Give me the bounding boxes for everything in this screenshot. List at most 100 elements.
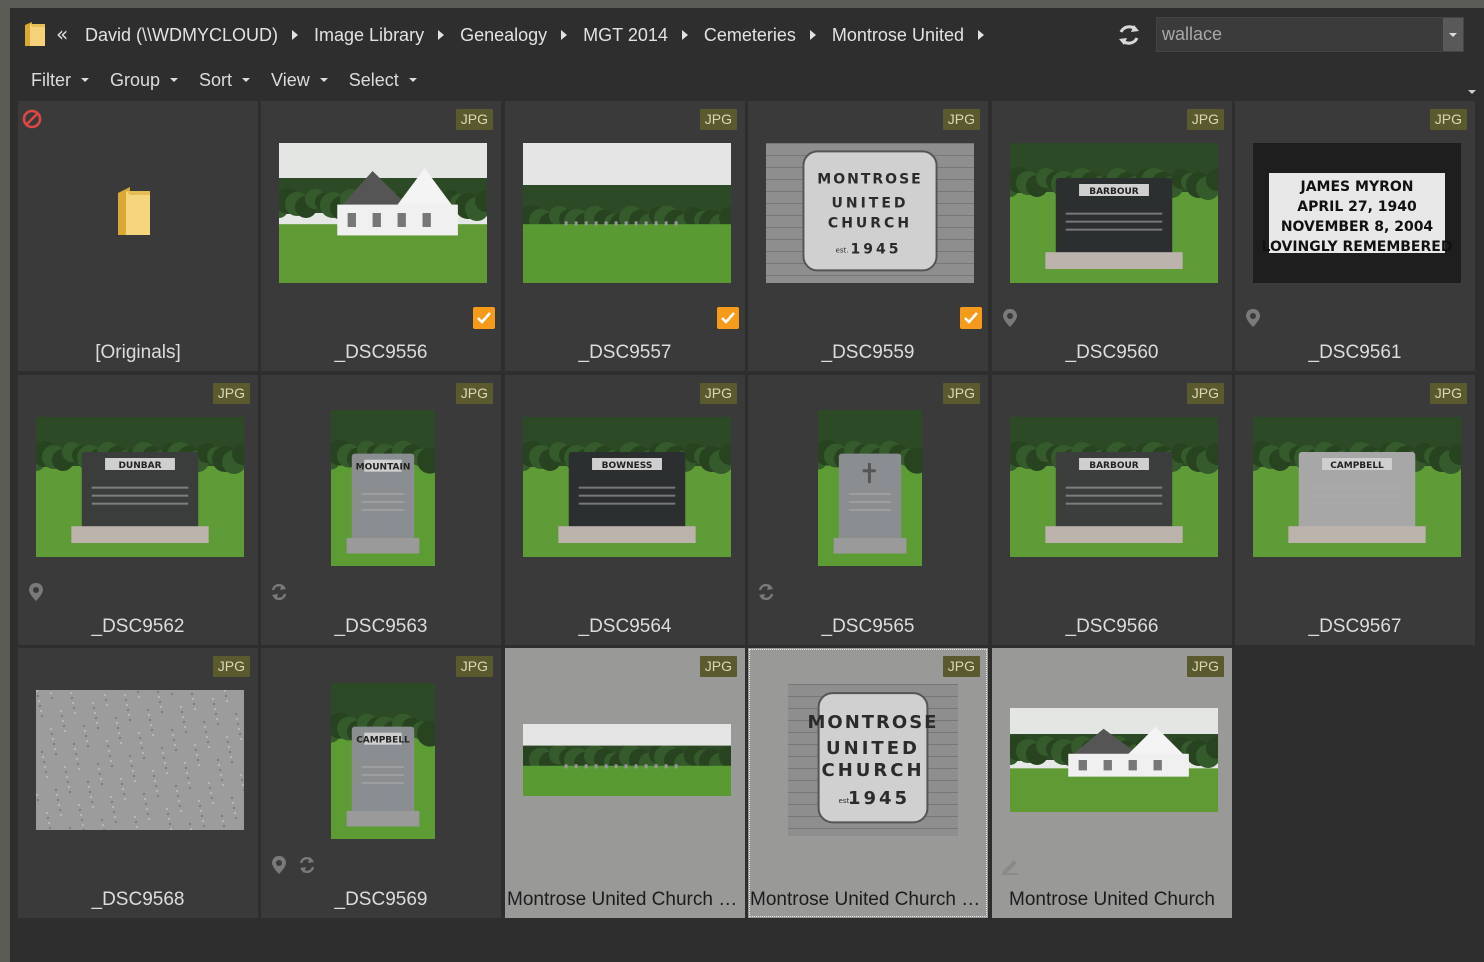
file-type-badge: JPG bbox=[455, 109, 493, 130]
breadcrumb-arrow-icon[interactable] bbox=[561, 30, 568, 40]
tile-caption: _DSC9557 bbox=[578, 342, 672, 363]
breadcrumb-item[interactable]: MGT 2014 bbox=[583, 25, 668, 46]
svg-text:1945: 1945 bbox=[851, 242, 902, 258]
image-tile[interactable]: JPG MOUNTAIN _DSC9563 bbox=[261, 375, 501, 645]
chevron-down-icon bbox=[408, 78, 417, 82]
svg-text:CHURCH: CHURCH bbox=[828, 216, 912, 232]
thumbnail-image bbox=[818, 410, 922, 566]
tile-caption: _DSC9568 bbox=[91, 889, 185, 910]
view-label: View bbox=[271, 69, 310, 90]
svg-text:NOVEMBER 8, 2004: NOVEMBER 8, 2004 bbox=[1281, 219, 1434, 235]
svg-text:1945: 1945 bbox=[848, 788, 910, 809]
svg-text:CAMPBELL: CAMPBELL bbox=[356, 736, 410, 746]
image-tile[interactable]: JPG MONTROSE UNITED CHURCH 1945 est. Montrose … bbox=[748, 648, 988, 918]
group-menu[interactable]: Group bbox=[110, 69, 179, 91]
breadcrumb-arrow-icon[interactable] bbox=[438, 30, 445, 40]
image-tile[interactable]: JPG _DSC9556 bbox=[261, 101, 501, 371]
sort-label: Sort bbox=[199, 69, 233, 90]
tile-caption: _DSC9569 bbox=[334, 889, 428, 910]
svg-text:MONTROSE: MONTROSE bbox=[808, 712, 939, 733]
image-tile[interactable]: JPG JAMES MYRON APRIL 27, 1940 NOVEMBER 8, … bbox=[1235, 101, 1475, 371]
toolbar-overflow-icon[interactable] bbox=[1468, 90, 1476, 94]
thumbnail-image: BOWNESS bbox=[523, 417, 731, 557]
thumbnail-image: BARBOUR bbox=[1010, 417, 1218, 557]
no-entry-icon bbox=[22, 109, 42, 129]
image-tile[interactable]: JPG BARBOUR _DSC9560 bbox=[992, 101, 1232, 371]
filter-menu[interactable]: Filter bbox=[31, 70, 89, 91]
sort-menu[interactable]: Sort bbox=[199, 69, 251, 91]
image-tile[interactable]: JPG _DSC9568 bbox=[18, 648, 258, 918]
address-bar: « David (\\WDMYCLOUD) Image Library Gene… bbox=[10, 8, 1484, 60]
svg-text:BARBOUR: BARBOUR bbox=[1089, 187, 1139, 197]
tile-caption: _DSC9566 bbox=[1065, 616, 1159, 637]
status-area bbox=[10, 921, 1484, 962]
thumbnail-image: DUNBAR bbox=[36, 417, 244, 557]
tile-caption: _DSC9560 bbox=[1065, 342, 1159, 363]
search-box bbox=[1156, 17, 1464, 52]
tile-caption: _DSC9563 bbox=[334, 616, 428, 637]
select-menu[interactable]: Select bbox=[349, 70, 417, 91]
back-chevron-icon[interactable]: « bbox=[56, 22, 68, 46]
image-tile[interactable]: JPG BOWNESS _DSC9564 bbox=[505, 375, 745, 645]
image-tile[interactable]: JPG CAMPBELL _DSC9569 bbox=[261, 648, 501, 918]
file-type-badge: JPG bbox=[212, 383, 250, 404]
folder-icon[interactable] bbox=[24, 21, 46, 47]
breadcrumb-item[interactable]: Cemeteries bbox=[704, 25, 796, 46]
image-tile[interactable]: JPG CAMPBELL _DSC9567 bbox=[1235, 375, 1475, 645]
checkbox-checked-icon[interactable] bbox=[717, 307, 739, 329]
svg-text:est.: est. bbox=[836, 247, 849, 255]
checkbox-checked-icon[interactable] bbox=[473, 307, 495, 329]
filter-label: Filter bbox=[31, 69, 71, 90]
image-tile[interactable]: JPG Montrose United Church bbox=[992, 648, 1232, 918]
file-type-badge: JPG bbox=[1186, 383, 1224, 404]
search-input[interactable] bbox=[1158, 19, 1444, 50]
location-pin-icon bbox=[29, 583, 43, 601]
sync-icon bbox=[758, 583, 774, 601]
file-type-badge: JPG bbox=[1429, 109, 1467, 130]
thumbnail-image: MONTROSE UNITED CHURCH 1945est. bbox=[766, 143, 974, 283]
sync-icon bbox=[299, 856, 315, 874]
breadcrumb-arrow-icon[interactable] bbox=[977, 30, 984, 40]
tile-caption: Montrose United Church bbox=[1009, 889, 1215, 910]
folder-tile[interactable]: [Originals] bbox=[18, 101, 258, 371]
svg-text:JAMES MYRON: JAMES MYRON bbox=[1300, 179, 1414, 195]
svg-text:MONTROSE: MONTROSE bbox=[817, 172, 922, 188]
checkbox-checked-icon[interactable] bbox=[960, 307, 982, 329]
file-type-badge: JPG bbox=[212, 656, 250, 677]
breadcrumb: David (\\WDMYCLOUD) Image Library Geneal… bbox=[85, 22, 1000, 48]
image-tile[interactable]: JPG Montrose United Church c... bbox=[505, 648, 745, 918]
refresh-icon[interactable] bbox=[1115, 21, 1143, 49]
svg-text:UNITED: UNITED bbox=[831, 195, 908, 211]
breadcrumb-arrow-icon[interactable] bbox=[809, 30, 816, 40]
svg-text:est.: est. bbox=[839, 797, 852, 805]
tile-caption: _DSC9565 bbox=[821, 616, 915, 637]
file-type-badge: JPG bbox=[1429, 383, 1467, 404]
search-dropdown-button[interactable] bbox=[1443, 18, 1463, 51]
breadcrumb-item[interactable]: Image Library bbox=[314, 25, 424, 46]
thumbnail-grid: [Originals] JPG _DSC9556 JPG _DSC9557 JPG MONT… bbox=[18, 101, 1475, 921]
tile-caption: Montrose United Church s... bbox=[750, 889, 987, 910]
file-type-badge: JPG bbox=[455, 383, 493, 404]
tile-caption: _DSC9562 bbox=[91, 616, 185, 637]
tile-caption: Montrose United Church c... bbox=[507, 889, 744, 910]
image-tile[interactable]: JPG _DSC9565 bbox=[748, 375, 988, 645]
image-tile[interactable]: JPG BARBOUR _DSC9566 bbox=[992, 375, 1232, 645]
view-menu[interactable]: View bbox=[271, 70, 328, 91]
breadcrumb-arrow-icon[interactable] bbox=[681, 30, 688, 40]
chevron-down-icon bbox=[319, 78, 328, 82]
breadcrumb-arrow-icon[interactable] bbox=[292, 30, 299, 40]
image-tile[interactable]: JPG _DSC9557 bbox=[505, 101, 745, 371]
breadcrumb-item[interactable]: Montrose United bbox=[832, 25, 964, 46]
image-tile[interactable]: JPG MONTROSE UNITED CHURCH 1945 est. _DSC9559 bbox=[748, 101, 988, 371]
tile-caption: _DSC9564 bbox=[578, 616, 672, 637]
svg-text:CAMPBELL: CAMPBELL bbox=[1330, 461, 1384, 471]
select-label: Select bbox=[348, 69, 399, 90]
file-type-badge: JPG bbox=[699, 383, 737, 404]
thumbnail-image: MOUNTAIN bbox=[331, 410, 435, 566]
tile-caption: _DSC9556 bbox=[334, 342, 428, 363]
image-tile[interactable]: JPG DUNBAR _DSC9562 bbox=[18, 375, 258, 645]
breadcrumb-item[interactable]: David (\\WDMYCLOUD) bbox=[85, 25, 278, 46]
breadcrumb-item[interactable]: Genealogy bbox=[460, 25, 547, 46]
thumbnail-image: JAMES MYRON APRIL 27, 1940 NOVEMBER 8, 200… bbox=[1253, 143, 1461, 283]
group-label: Group bbox=[110, 69, 161, 90]
